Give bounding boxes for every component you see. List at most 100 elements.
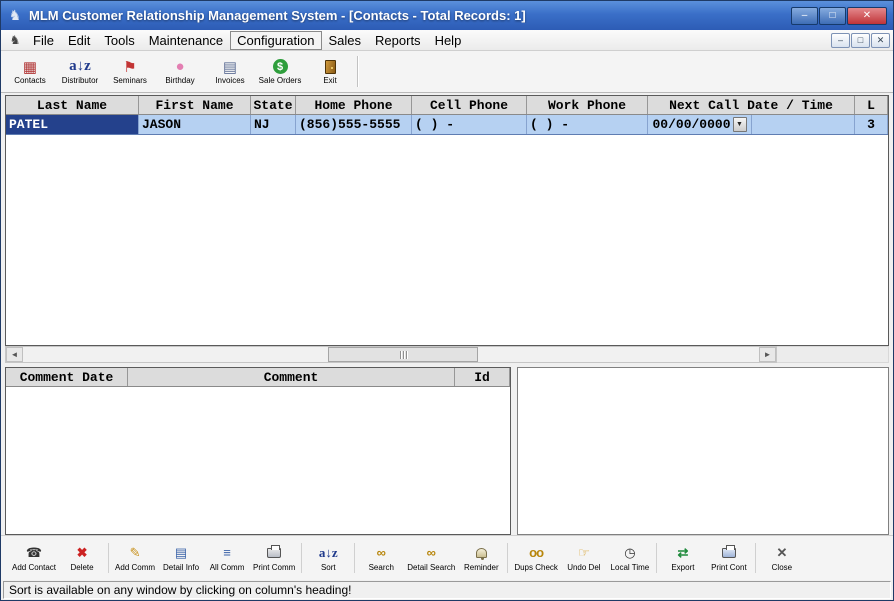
col-header-last-name[interactable]: Last Name — [6, 96, 139, 114]
maximize-button[interactable]: □ — [819, 7, 846, 25]
toolbar-separator — [108, 543, 109, 573]
all-comm-button[interactable]: ≡ All Comm — [204, 538, 250, 578]
toolbar-separator — [507, 543, 508, 573]
export-button[interactable]: ⇄ Export — [660, 538, 706, 578]
scrollbar-thumb[interactable] — [328, 347, 478, 362]
delete-button[interactable]: ✖ Delete — [59, 538, 105, 578]
next-call-date-field[interactable]: 00/00/0000 ▼ — [648, 115, 752, 134]
sale-orders-button[interactable]: $ Sale Orders — [255, 52, 305, 91]
print-cont-label: Print Cont — [711, 563, 747, 572]
dups-check-label: Dups Check — [514, 563, 558, 572]
menu-maintenance[interactable]: Maintenance — [142, 31, 230, 50]
close-x-icon: ✕ — [776, 545, 787, 561]
distributor-button[interactable]: a↓z Distributor — [55, 52, 105, 91]
menu-edit[interactable]: Edit — [61, 31, 97, 50]
mdi-child-icon: ♞ — [7, 33, 23, 47]
add-contact-button[interactable]: ☎ Add Contact — [9, 538, 59, 578]
col-header-first-name[interactable]: First Name — [139, 96, 251, 114]
col-header-home-phone[interactable]: Home Phone — [296, 96, 412, 114]
menu-reports[interactable]: Reports — [368, 31, 428, 50]
cell-next-call[interactable]: 00/00/0000 ▼ — [648, 115, 855, 134]
scrollbar-corner — [777, 346, 889, 363]
contacts-button[interactable]: ▦ Contacts — [5, 52, 55, 91]
birthday-icon: ● — [175, 58, 184, 75]
next-call-dropdown-button[interactable]: ▼ — [733, 117, 747, 132]
door-icon — [325, 60, 336, 74]
col-header-id[interactable]: Id — [455, 368, 510, 386]
mdi-close-icon: ✕ — [877, 35, 885, 45]
scrollbar-right-button[interactable]: ► — [759, 347, 776, 362]
detail-search-button[interactable]: ∞ Detail Search — [404, 538, 458, 578]
chevron-down-icon: ▼ — [736, 121, 743, 128]
menu-help[interactable]: Help — [428, 31, 469, 50]
cell-home-phone[interactable]: (856)555-5555 — [296, 115, 412, 134]
cell-state[interactable]: NJ — [251, 115, 296, 134]
add-contact-label: Add Contact — [12, 563, 56, 572]
table-row: PATEL JASON NJ (856)555-5555 ( ) - ( ) -… — [6, 115, 888, 135]
comments-grid: Comment Date Comment Id — [5, 367, 511, 535]
close-window-button[interactable]: ✕ Close — [759, 538, 805, 578]
add-comm-button[interactable]: ✎ Add Comm — [112, 538, 158, 578]
mdi-restore-icon: □ — [858, 35, 863, 45]
mdi-restore-button[interactable]: □ — [851, 33, 870, 48]
toolbar-separator — [656, 543, 657, 573]
horizontal-scrollbar[interactable]: ◄ ► — [5, 346, 777, 363]
toolbar-separator — [357, 56, 359, 87]
cell-first-name[interactable]: JASON — [139, 115, 251, 134]
exit-icon-wrap — [325, 58, 336, 75]
cell-cell-phone[interactable]: ( ) - — [412, 115, 527, 134]
search-button[interactable]: ∞ Search — [358, 538, 404, 578]
cell-l[interactable]: 3 — [855, 115, 888, 134]
hand-pointer-icon: ☞ — [578, 545, 590, 561]
menu-configuration[interactable]: Configuration — [230, 31, 321, 50]
menu-file[interactable]: File — [26, 31, 61, 50]
mdi-minimize-icon: – — [838, 35, 843, 45]
cell-work-phone[interactable]: ( ) - — [527, 115, 648, 134]
col-header-cell-phone[interactable]: Cell Phone — [412, 96, 527, 114]
reminder-icon-wrap — [476, 545, 487, 561]
delete-icon: ✖ — [77, 545, 88, 561]
col-header-comment-date[interactable]: Comment Date — [6, 368, 128, 386]
close-button[interactable]: ✕ — [847, 7, 887, 25]
undo-del-button[interactable]: ☞ Undo Del — [561, 538, 607, 578]
document-icon: ▤ — [223, 58, 237, 75]
seminars-button[interactable]: ⚑ Seminars — [105, 52, 155, 91]
dollar-icon: $ — [273, 59, 288, 74]
scrollbar-left-button[interactable]: ◄ — [6, 347, 23, 362]
printer-icon — [267, 548, 281, 558]
detail-search-label: Detail Search — [407, 563, 455, 572]
sort-az-icon: a↓z — [69, 58, 91, 75]
print-comm-button[interactable]: Print Comm — [250, 538, 298, 578]
menu-sales[interactable]: Sales — [322, 31, 369, 50]
print-cont-button[interactable]: Print Cont — [706, 538, 752, 578]
menu-tools[interactable]: Tools — [97, 31, 141, 50]
next-call-time-field[interactable] — [752, 115, 854, 134]
col-header-work-phone[interactable]: Work Phone — [527, 96, 648, 114]
sort-button[interactable]: a↓z Sort — [305, 538, 351, 578]
exit-button[interactable]: Exit — [305, 52, 355, 91]
print-comm-icon-wrap — [267, 545, 281, 561]
col-header-comment[interactable]: Comment — [128, 368, 455, 386]
comments-empty-area — [6, 387, 510, 534]
mdi-minimize-button[interactable]: – — [831, 33, 850, 48]
reminder-button[interactable]: Reminder — [458, 538, 504, 578]
birthday-button[interactable]: ● Birthday — [155, 52, 205, 91]
col-header-next-call[interactable]: Next Call Date / Time — [648, 96, 855, 114]
reminder-label: Reminder — [464, 563, 499, 572]
scrollbar-track[interactable] — [23, 347, 759, 362]
detail-info-button[interactable]: ▤ Detail Info — [158, 538, 204, 578]
cell-last-name[interactable]: PATEL — [6, 115, 139, 134]
minimize-button[interactable]: – — [791, 7, 818, 25]
statusbar: Sort is available on any window by click… — [1, 580, 893, 600]
mdi-close-button[interactable]: ✕ — [871, 33, 890, 48]
col-header-state[interactable]: State — [251, 96, 296, 114]
next-call-date-value: 00/00/0000 — [652, 117, 730, 132]
bell-icon — [476, 548, 487, 558]
dups-check-button[interactable]: oo Dups Check — [511, 538, 561, 578]
col-header-l[interactable]: L — [855, 96, 888, 114]
grid-header-row: Last Name First Name State Home Phone Ce… — [6, 96, 888, 115]
invoices-button[interactable]: ▤ Invoices — [205, 52, 255, 91]
sort-az-icon: a↓z — [319, 545, 338, 561]
local-time-button[interactable]: ◷ Local Time — [607, 538, 653, 578]
contacts-icon: ▦ — [23, 58, 37, 75]
